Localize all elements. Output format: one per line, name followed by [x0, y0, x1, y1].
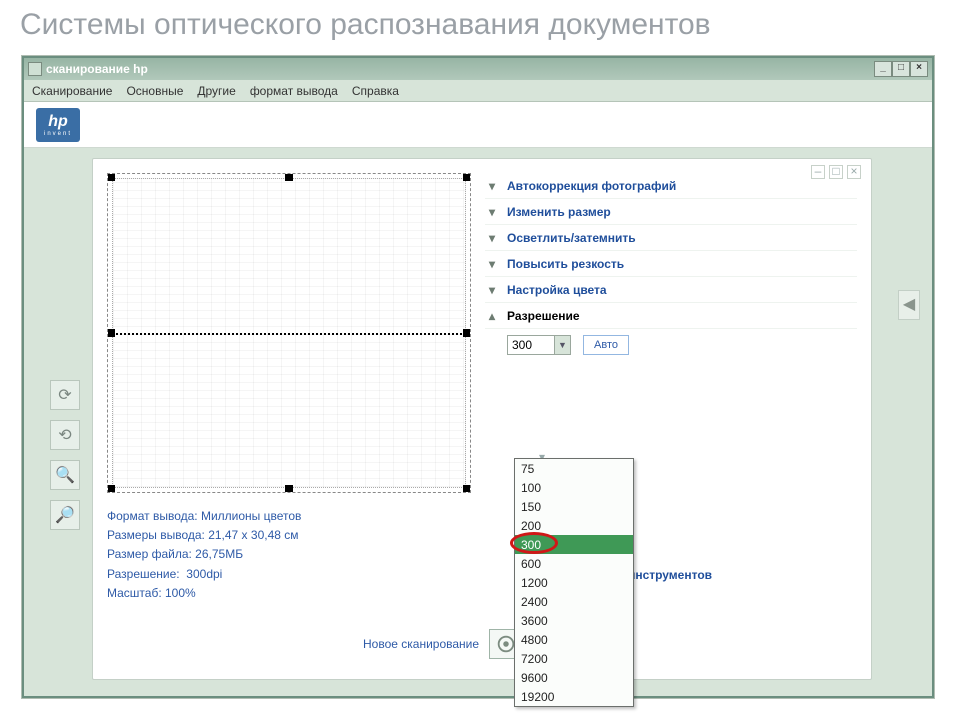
scan-preview[interactable] — [107, 173, 471, 493]
window-title: сканирование hp — [46, 62, 148, 76]
accordion-label: Осветлить/затемнить — [507, 231, 636, 245]
crop-handle-e[interactable] — [463, 329, 471, 337]
resolution-body: 300 ▼ Авто — [485, 329, 857, 357]
menu-other[interactable]: Другие — [197, 84, 235, 98]
crop-handle-ne[interactable] — [463, 173, 471, 181]
accordion-label: Изменить размер — [507, 205, 611, 219]
logo-strip: hp invent — [24, 102, 932, 148]
chevron-down-icon — [489, 179, 499, 193]
chevron-down-icon — [489, 231, 499, 245]
info-output-format: Формат вывода: Миллионы цветов — [107, 507, 477, 526]
resolution-option[interactable]: 1200 — [515, 573, 633, 592]
accordion-resize[interactable]: Изменить размер — [485, 199, 857, 225]
resolution-option[interactable]: 4800 — [515, 630, 633, 649]
resolution-option[interactable]: 3600 — [515, 611, 633, 630]
menu-format[interactable]: формат вывода — [250, 84, 338, 98]
accordion-label: Автокоррекция фотографий — [507, 179, 676, 193]
crop-handle-s[interactable] — [285, 485, 293, 493]
accordion-label: Разрешение — [507, 309, 580, 323]
resolution-value: 300 — [512, 338, 532, 352]
resolution-select[interactable]: 300 ▼ — [507, 335, 571, 355]
inner-card: – □ × Формат вывода: Миллионы цветов — [92, 158, 872, 680]
chevron-down-icon — [489, 257, 499, 271]
crop-handle-sw[interactable] — [107, 485, 115, 493]
hp-logo-text: hp — [48, 113, 68, 131]
resolution-option[interactable]: 7200 — [515, 649, 633, 668]
accordion-label: Повысить резкость — [507, 257, 624, 271]
new-scan-link[interactable]: Новое сканирование — [363, 637, 479, 651]
accordion-resolution[interactable]: Разрешение — [485, 303, 857, 329]
accordion-color[interactable]: Настройка цвета — [485, 277, 857, 303]
hp-scan-window: сканирование hp _ □ × Сканирование Основ… — [22, 56, 934, 698]
info-scale: Масштаб: 100% — [107, 584, 477, 603]
crop-handle-n[interactable] — [285, 173, 293, 181]
preview-column: Формат вывода: Миллионы цветов Размеры в… — [107, 173, 477, 665]
app-icon — [28, 62, 42, 76]
menubar: Сканирование Основные Другие формат выво… — [24, 80, 932, 102]
resolution-option[interactable]: 75 — [515, 459, 633, 478]
rotate-cw-icon[interactable]: ⟳ — [50, 380, 80, 410]
resolution-dropdown-list[interactable]: 7510015020030060012002400360048007200960… — [514, 458, 634, 707]
window-controls: _ □ × — [874, 61, 928, 77]
info-output-size: Размеры вывода: 21,47 x 30,48 см — [107, 526, 477, 545]
content-area: ⟳ ⟲ 🔍 🔎 ◀ – □ × — [24, 150, 932, 696]
resolution-option[interactable]: 19200 — [515, 687, 633, 706]
output-info: Формат вывода: Миллионы цветов Размеры в… — [107, 507, 477, 603]
resolution-option[interactable]: 300 — [515, 535, 633, 554]
resolution-option[interactable]: 600 — [515, 554, 633, 573]
hp-logo-sub: invent — [44, 131, 72, 137]
crop-handle-w[interactable] — [107, 329, 115, 337]
hp-logo-icon: hp invent — [36, 108, 80, 142]
minimize-button[interactable]: _ — [874, 61, 892, 77]
resolution-option[interactable]: 2400 — [515, 592, 633, 611]
tool-rail: ⟳ ⟲ 🔍 🔎 — [50, 380, 82, 530]
info-resolution: Разрешение: 300dpi — [107, 565, 477, 584]
chevron-up-icon — [489, 309, 499, 323]
rotate-ccw-icon[interactable]: ⟲ — [50, 420, 80, 450]
resolution-option[interactable]: 200 — [515, 516, 633, 535]
titlebar[interactable]: сканирование hp _ □ × — [24, 58, 932, 80]
maximize-button[interactable]: □ — [892, 61, 910, 77]
close-button[interactable]: × — [910, 61, 928, 77]
resolution-option[interactable]: 150 — [515, 497, 633, 516]
chevron-down-icon — [489, 205, 499, 219]
accordion-label: Настройка цвета — [507, 283, 607, 297]
crop-handle-se[interactable] — [463, 485, 471, 493]
zoom-in-icon[interactable]: 🔍 — [50, 460, 80, 490]
collapse-right-icon[interactable]: ◀ — [898, 290, 920, 320]
resolution-option[interactable]: 100 — [515, 478, 633, 497]
auto-button[interactable]: Авто — [583, 335, 629, 355]
resolution-option[interactable]: 9600 — [515, 668, 633, 687]
info-file-size: Размер файла: 26,75МБ — [107, 545, 477, 564]
menu-main[interactable]: Основные — [126, 84, 183, 98]
menu-help[interactable]: Справка — [352, 84, 399, 98]
menu-scan[interactable]: Сканирование — [32, 84, 112, 98]
slide-title: Системы оптического распознавания докуме… — [0, 0, 960, 50]
dropdown-arrow-icon[interactable]: ▼ — [554, 336, 570, 354]
accordion-brightness[interactable]: Осветлить/затемнить — [485, 225, 857, 251]
zoom-out-icon[interactable]: 🔎 — [50, 500, 80, 530]
accordion-autocorrect[interactable]: Автокоррекция фотографий — [485, 173, 857, 199]
chevron-down-icon — [489, 283, 499, 297]
crop-handle-nw[interactable] — [107, 173, 115, 181]
accordion-sharpen[interactable]: Повысить резкость — [485, 251, 857, 277]
